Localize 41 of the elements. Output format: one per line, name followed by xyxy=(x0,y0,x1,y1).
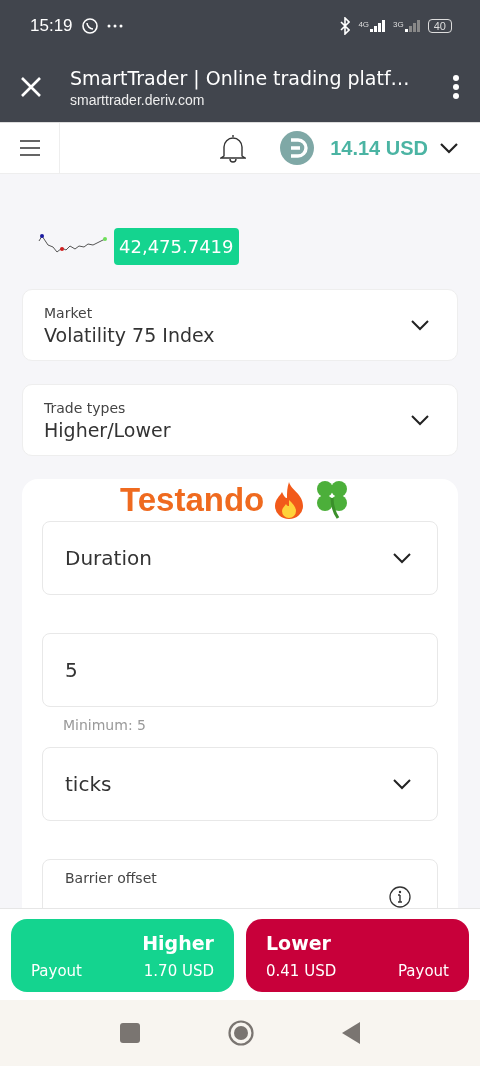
field-label: Trade types xyxy=(44,399,127,416)
payout-label: Payout xyxy=(31,961,82,980)
field-value: ticks xyxy=(65,772,113,796)
field-value: Higher/Lower xyxy=(44,418,172,441)
field-label: Market xyxy=(44,304,94,321)
page-url: smarttrader.deriv.com xyxy=(70,91,206,108)
input-field[interactable]: 5 xyxy=(42,633,438,707)
clock-time: 15:19 xyxy=(30,16,73,36)
dropdown-field[interactable]: Trade types Higher/Lower xyxy=(22,384,458,456)
field-value: Duration xyxy=(65,546,153,570)
dropdown-field[interactable]: Duration xyxy=(42,521,438,595)
payout-label: Payout xyxy=(398,961,449,980)
dropdown-field[interactable]: Market Volatility 75 Index xyxy=(22,289,458,361)
home-icon[interactable] xyxy=(228,1020,254,1046)
payout-amount: 0.41 USD xyxy=(266,961,337,980)
lower-button[interactable]: Lower 0.41 USD Payout xyxy=(246,919,469,992)
info-icon[interactable] xyxy=(389,886,411,908)
field-value: Volatility 75 Index xyxy=(44,323,216,346)
field-value: 5 xyxy=(65,658,79,682)
caption-text: Testando xyxy=(120,481,265,519)
chevron-down-icon xyxy=(411,319,429,331)
back-icon[interactable] xyxy=(342,1022,360,1044)
chevron-down-icon xyxy=(393,778,411,790)
chevron-down-icon xyxy=(411,414,429,426)
menu-icon[interactable] xyxy=(19,140,40,156)
payout-amount: 1.70 USD xyxy=(143,961,214,980)
currency-logo-icon xyxy=(280,131,315,165)
page-title: SmartTrader | Online trading platf… xyxy=(70,66,411,89)
bluetooth-icon xyxy=(340,17,351,35)
menu-icon[interactable] xyxy=(452,75,460,99)
hint-text: Minimum: 5 xyxy=(63,717,147,733)
price-badge: 42,475.7419 xyxy=(114,228,239,265)
more-icon xyxy=(106,24,123,28)
field-label: Barrier offset xyxy=(65,870,157,886)
chevron-down-icon[interactable] xyxy=(440,142,458,154)
close-icon[interactable] xyxy=(20,76,42,98)
bell-icon[interactable] xyxy=(220,133,247,163)
battery-icon: 40 xyxy=(427,19,452,33)
chat-bubble-icon xyxy=(80,17,99,35)
chevron-down-icon xyxy=(393,552,411,564)
dropdown-field[interactable]: ticks xyxy=(42,747,438,821)
